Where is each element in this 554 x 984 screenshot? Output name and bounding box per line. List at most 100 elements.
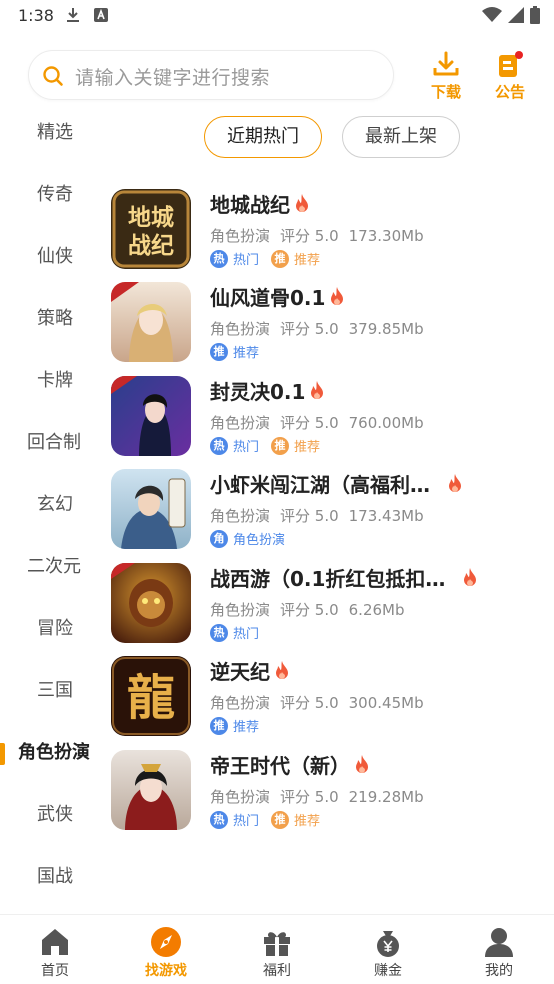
nav-label: 赚金 <box>374 963 402 979</box>
tag-hot: 热热门 <box>210 249 259 268</box>
download-button[interactable]: 下载 <box>421 50 471 101</box>
game-tags: 角角色扮演 <box>210 529 297 548</box>
game-meta: 角色扮演 评分 5.0 760.00Mb <box>210 412 434 433</box>
user-icon <box>485 928 513 957</box>
tab-newest[interactable]: 最新上架 <box>342 116 460 158</box>
nav-find-games[interactable]: 找游戏 <box>111 915 221 984</box>
game-list-item[interactable]: 龍 逆天纪 角色扮演 评分 5.0 300.45Mb 推推荐 <box>110 656 554 748</box>
sidebar-item[interactable]: 武侠 <box>0 793 110 837</box>
tab-recent-hot[interactable]: 近期热门 <box>204 116 322 158</box>
sidebar-item[interactable]: 玄幻 <box>0 483 110 527</box>
announcement-icon <box>499 51 523 77</box>
game-icon-glyph: 龍 <box>127 670 175 726</box>
status-bar: 1:38 <box>0 0 554 32</box>
game-title: 小虾米闯江湖（高福利… <box>210 472 430 497</box>
game-size: 219.28Mb <box>348 788 424 806</box>
game-size: 173.30Mb <box>348 227 424 245</box>
status-time: 1:38 <box>18 6 54 25</box>
sidebar-item[interactable]: 回合制 <box>0 421 110 465</box>
tag-recommend: 推推荐 <box>271 436 320 455</box>
game-meta: 角色扮演 评分 5.0 219.28Mb <box>210 786 434 807</box>
signal-icon <box>508 7 524 23</box>
svg-text:地城: 地城 <box>128 204 174 231</box>
search-placeholder: 请输入关键字进行搜索 <box>75 67 271 89</box>
game-meta: 角色扮演 评分 5.0 379.85Mb <box>210 318 434 339</box>
game-size: 173.43Mb <box>348 507 424 525</box>
announcement-button[interactable]: 公告 <box>485 50 535 101</box>
tag-roleplay: 角角色扮演 <box>210 529 285 548</box>
game-list-item[interactable]: 战西游（0.1折红包抵扣… 角色扮演 评分 5.0 6.26Mb 热热门 <box>110 563 554 655</box>
hot-flame-icon <box>356 755 368 773</box>
game-title: 仙风道骨0.1 <box>210 285 326 310</box>
active-indicator <box>0 743 5 765</box>
sidebar-item[interactable]: 三国 <box>0 669 110 713</box>
tag-recommend: 推推荐 <box>210 716 259 735</box>
sidebar-item-active[interactable]: 角色扮演 <box>0 731 110 775</box>
game-size: 300.45Mb <box>348 694 424 712</box>
game-list-item[interactable]: 仙风道骨0.1 角色扮演 评分 5.0 379.85Mb 推推荐 <box>110 282 554 374</box>
game-category: 角色扮演 <box>210 414 271 432</box>
tag-hot: 热热门 <box>210 623 259 642</box>
game-list-item[interactable]: 小虾米闯江湖（高福利… 角色扮演 评分 5.0 173.43Mb 角角色扮演 <box>110 469 554 561</box>
a-badge-icon <box>94 8 108 22</box>
home-icon <box>42 929 68 955</box>
sidebar-item[interactable]: 策略 <box>0 297 110 341</box>
download-label: 下载 <box>430 83 461 101</box>
game-rating: 评分 5.0 <box>280 694 339 712</box>
sidebar-item[interactable]: 传奇 <box>0 173 110 217</box>
sidebar-item[interactable]: 二次元 <box>0 545 110 589</box>
category-sidebar: 精选 传奇 仙侠 策略 卡牌 回合制 玄幻 二次元 冒险 三国 角色扮演 武侠 … <box>0 105 110 915</box>
nav-home[interactable]: 首页 <box>0 915 110 984</box>
game-size: 760.00Mb <box>348 414 424 432</box>
search-input[interactable]: 请输入关键字进行搜索 <box>28 50 394 100</box>
compass-icon <box>151 927 181 957</box>
tag-recommend: 推推荐 <box>210 342 259 361</box>
tag-recommend: 推推荐 <box>271 249 320 268</box>
game-meta: 角色扮演 评分 5.0 173.30Mb <box>210 225 434 246</box>
game-icon: 龍 <box>111 656 191 736</box>
game-tags: 热热门 推推荐 <box>210 249 332 268</box>
download-icon <box>433 51 459 76</box>
game-tags: 热热门 <box>210 623 271 642</box>
search-icon <box>43 66 63 86</box>
game-icon <box>111 750 191 830</box>
game-size: 6.26Mb <box>348 601 405 619</box>
sidebar-item[interactable]: 国战 <box>0 855 110 899</box>
game-category: 角色扮演 <box>210 788 271 806</box>
game-title: 帝王时代（新） <box>210 753 350 778</box>
nav-label: 福利 <box>263 963 291 979</box>
game-rating: 评分 5.0 <box>280 601 339 619</box>
game-category: 角色扮演 <box>210 507 271 525</box>
game-icon <box>111 282 191 362</box>
sidebar-item[interactable]: 冒险 <box>0 607 110 651</box>
nav-welfare[interactable]: 福利 <box>222 915 332 984</box>
sidebar-item[interactable]: 卡牌 <box>0 359 110 403</box>
announcement-label: 公告 <box>494 83 525 101</box>
game-tags: 推推荐 <box>210 342 271 361</box>
sidebar-item[interactable]: 精选 <box>0 111 110 155</box>
hot-flame-icon <box>296 194 308 212</box>
game-rating: 评分 5.0 <box>280 788 339 806</box>
game-rating: 评分 5.0 <box>280 414 339 432</box>
gift-icon <box>264 932 290 956</box>
game-rating: 评分 5.0 <box>280 507 339 525</box>
game-title: 地城战纪 <box>210 192 290 217</box>
game-tags: 热热门 推推荐 <box>210 436 332 455</box>
tag-recommend: 推推荐 <box>271 810 320 829</box>
bottom-navigation: 首页 找游戏 福利 赚金 我的 <box>0 914 554 984</box>
hot-flame-icon <box>449 474 461 492</box>
tag-hot: 热热门 <box>210 436 259 455</box>
game-icon <box>111 563 191 643</box>
game-list-item[interactable]: 封灵决0.1 角色扮演 评分 5.0 760.00Mb 热热门 推推荐 <box>110 376 554 468</box>
game-list-item[interactable]: 帝王时代（新） 角色扮演 评分 5.0 219.28Mb 热热门 推推荐 <box>110 750 554 842</box>
battery-icon <box>530 6 540 24</box>
nav-mine[interactable]: 我的 <box>444 915 554 984</box>
sidebar-item[interactable]: 仙侠 <box>0 235 110 279</box>
game-list-item[interactable]: 地城 战纪 地城战纪 角色扮演 评分 5.0 173.30Mb 热热门 推推荐 <box>110 189 554 281</box>
nav-earn[interactable]: 赚金 <box>333 915 443 984</box>
svg-text:战纪: 战纪 <box>128 232 174 259</box>
nav-label: 我的 <box>485 963 513 979</box>
hot-flame-icon <box>331 287 344 305</box>
hot-flame-icon <box>311 381 324 399</box>
game-tags: 推推荐 <box>210 716 271 735</box>
